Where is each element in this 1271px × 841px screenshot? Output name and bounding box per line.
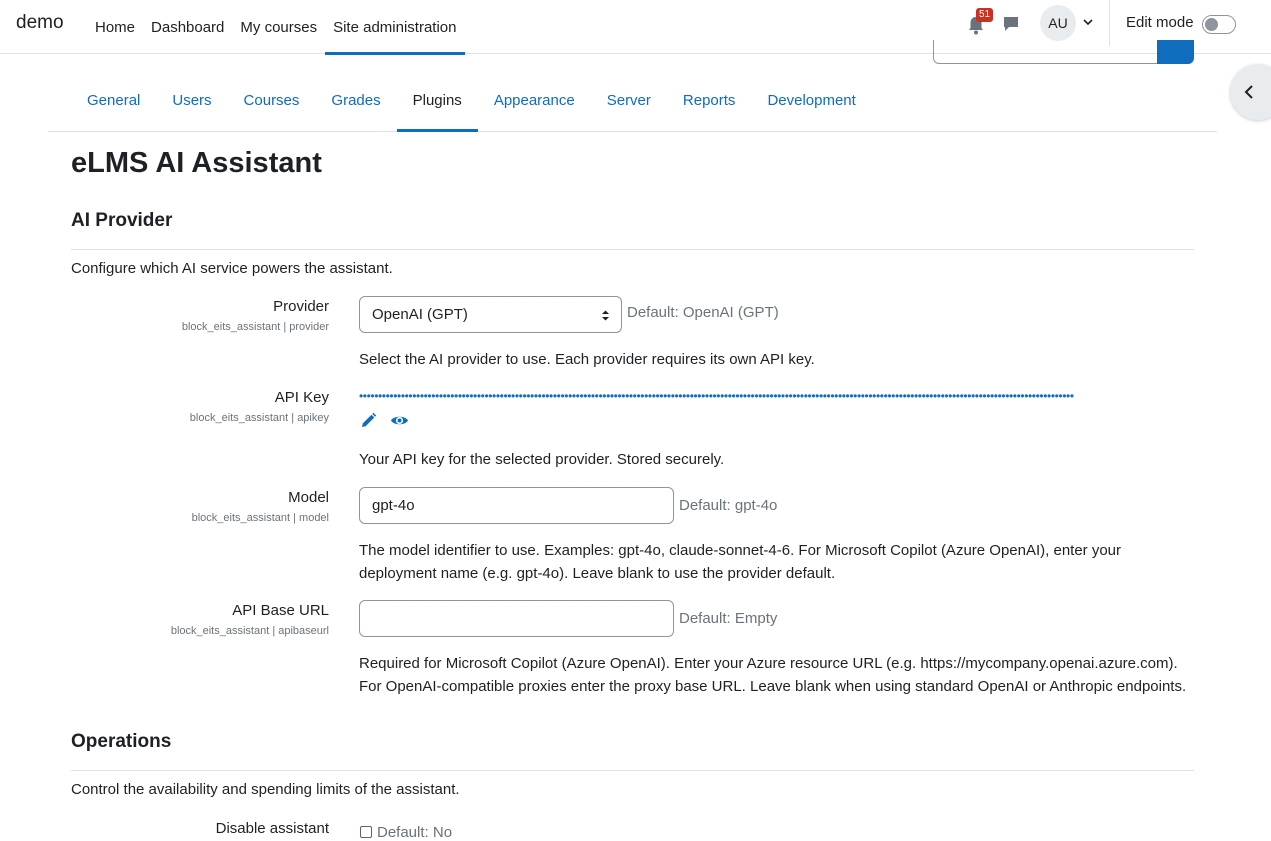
edit-mode-toggle[interactable]: [1202, 15, 1236, 34]
model-help-line1: The model identifier to use. Examples: g…: [359, 542, 1122, 559]
model-label: Model: [288, 489, 329, 506]
tab-general[interactable]: General: [48, 70, 156, 131]
search-button[interactable]: [1157, 40, 1194, 64]
chevron-left-icon: [1244, 85, 1253, 99]
section-heading-operations: Operations: [71, 731, 172, 752]
section-divider: [71, 249, 1194, 250]
model-help-line2: deployment name (e.g. gpt-4o). Leave bla…: [359, 565, 836, 582]
disable-assistant-label: Disable assistant: [215, 820, 329, 837]
eye-icon[interactable]: [390, 412, 409, 429]
edit-mode-label: Edit mode: [1126, 14, 1194, 31]
nav-site-administration[interactable]: Site administration: [325, 0, 465, 55]
section-heading-ai-provider: AI Provider: [71, 210, 173, 231]
model-default: Default: gpt-4o: [679, 497, 778, 514]
tab-courses[interactable]: Courses: [228, 70, 316, 131]
page-title: eLMS AI Assistant: [71, 147, 322, 179]
chat-icon[interactable]: [1001, 14, 1021, 34]
chevron-down-icon[interactable]: [1082, 16, 1094, 28]
apibaseurl-default: Default: Empty: [679, 610, 778, 627]
search-input[interactable]: [933, 40, 1159, 64]
disable-assistant-default: Default: No: [377, 824, 453, 841]
section-divider: [71, 770, 1194, 771]
apibaseurl-help-line2: For OpenAI-compatible proxies enter the …: [359, 678, 1187, 695]
apikey-setting-key: block_eits_assistant | apikey: [189, 412, 329, 424]
apibaseurl-label: API Base URL: [232, 602, 329, 619]
tab-development[interactable]: Development: [751, 70, 871, 131]
apikey-label: API Key: [274, 389, 329, 406]
apibaseurl-input[interactable]: [359, 600, 674, 637]
apibaseurl-setting-key: block_eits_assistant | apibaseurl: [170, 625, 329, 637]
toggle-knob: [1205, 18, 1218, 31]
site-brand[interactable]: demo: [16, 12, 64, 34]
open-drawer-button[interactable]: [1230, 64, 1271, 120]
section-description: Configure which AI service powers the as…: [71, 260, 393, 277]
provider-selected-value: OpenAI (GPT): [372, 306, 468, 323]
model-input[interactable]: gpt-4o: [359, 487, 674, 524]
nav-dashboard[interactable]: Dashboard: [143, 0, 232, 54]
apibaseurl-help-line1: Required for Microsoft Copilot (Azure Op…: [359, 655, 1178, 672]
primary-nav: Home Dashboard My courses Site administr…: [87, 0, 465, 55]
provider-setting-key: block_eits_assistant | provider: [181, 321, 329, 333]
nav-my-courses[interactable]: My courses: [232, 0, 325, 54]
tab-users[interactable]: Users: [156, 70, 227, 131]
user-avatar[interactable]: AU: [1040, 5, 1076, 41]
tab-server[interactable]: Server: [591, 70, 667, 131]
tab-plugins[interactable]: Plugins: [396, 70, 479, 132]
tab-appearance[interactable]: Appearance: [478, 70, 591, 131]
tab-grades[interactable]: Grades: [315, 70, 396, 131]
provider-help: Select the AI provider to use. Each prov…: [359, 351, 815, 368]
select-arrows-icon: [602, 310, 609, 321]
section-description: Control the availability and spending li…: [71, 781, 460, 798]
provider-select[interactable]: OpenAI (GPT): [359, 296, 622, 333]
tab-reports[interactable]: Reports: [667, 70, 752, 131]
disable-assistant-checkbox[interactable]: [360, 826, 372, 838]
apikey-help: Your API key for the selected provider. …: [359, 451, 725, 468]
model-setting-key: block_eits_assistant | model: [191, 512, 329, 524]
pencil-icon[interactable]: [360, 412, 377, 429]
provider-label: Provider: [273, 298, 329, 315]
provider-default: Default: OpenAI (GPT): [627, 304, 779, 321]
notification-count-badge: 51: [976, 8, 994, 22]
admin-tabs: General Users Courses Grades Plugins App…: [48, 70, 1217, 132]
apikey-masked-value[interactable]: ••••••••••••••••••••••••••••••••••••••••…: [359, 390, 1237, 402]
nav-home[interactable]: Home: [87, 0, 143, 54]
